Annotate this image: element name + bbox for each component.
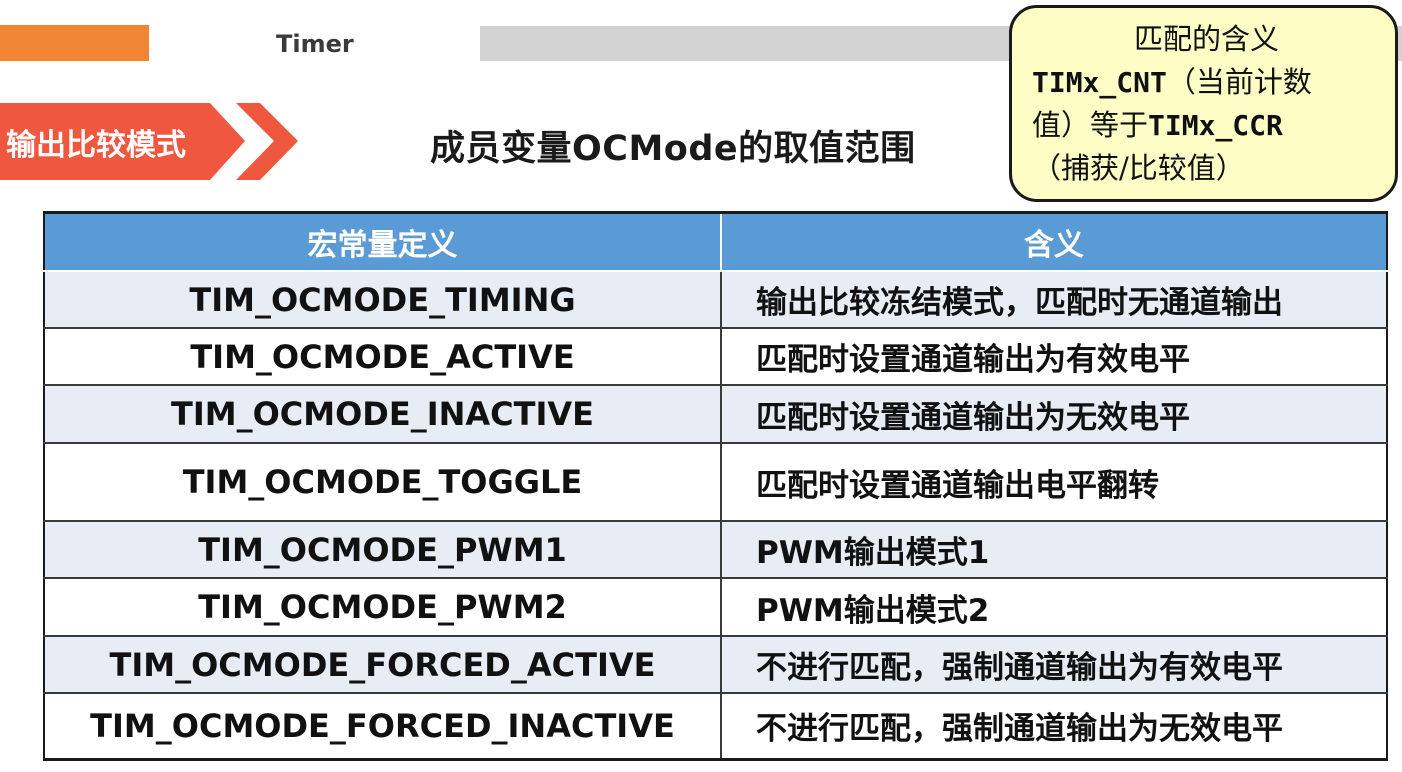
chevron-right-icon (236, 103, 298, 180)
meaning-cell: 输出比较冻结模式，匹配时无通道输出 (721, 270, 1387, 328)
ocmode-table: 宏常量定义 含义 TIM_OCMODE_TIMING 输出比较冻结模式，匹配时无… (43, 211, 1388, 761)
callout-line-2: TIMx_CNT（当前计数 (1032, 61, 1381, 104)
table-row: TIM_OCMODE_PWM2 PWM输出模式2 (44, 577, 1387, 637)
macro-cell: TIM_OCMODE_TIMING (44, 270, 722, 328)
callout-line-4: （捕获/比较值） (1032, 151, 1245, 185)
table-row: TIM_OCMODE_ACTIVE 匹配时设置通道输出为有效电平 (44, 327, 1387, 386)
table-row: TIM_OCMODE_INACTIVE 匹配时设置通道输出为无效电平 (44, 384, 1387, 443)
meaning-cell: PWM输出模式1 (721, 520, 1387, 578)
callout-text-3: 值）等于 (1032, 108, 1149, 142)
macro-cell: TIM_OCMODE_TOGGLE (44, 442, 722, 522)
table-row: TIM_OCMODE_FORCED_ACTIVE 不进行匹配，强制通道输出为有效… (44, 635, 1387, 693)
meaning-cell: PWM输出模式2 (721, 577, 1387, 637)
section-tag-label: 输出比较模式 (6, 127, 186, 163)
meaning-cell: 不进行匹配，强制通道输出为有效电平 (721, 635, 1387, 693)
page-title: 成员变量OCMode的取值范围 (430, 129, 916, 169)
header-orange-bar (0, 25, 149, 61)
macro-cell: TIM_OCMODE_ACTIVE (44, 327, 722, 386)
callout-code-ccr: TIMx_CCR (1148, 109, 1283, 142)
macro-cell: TIM_OCMODE_INACTIVE (44, 384, 722, 443)
table-header-row: 宏常量定义 含义 (44, 212, 1387, 272)
macro-cell: TIM_OCMODE_FORCED_INACTIVE (44, 692, 722, 760)
table-row: TIM_OCMODE_TIMING 输出比较冻结模式，匹配时无通道输出 (44, 270, 1387, 328)
meaning-cell: 匹配时设置通道输出为无效电平 (721, 384, 1387, 443)
macro-cell: TIM_OCMODE_FORCED_ACTIVE (44, 635, 722, 693)
callout-line-1: 匹配的含义 (1133, 22, 1279, 56)
meaning-cell: 匹配时设置通道输出为有效电平 (721, 327, 1387, 386)
callout-note: 匹配的含义 TIMx_CNT（当前计数 值）等于TIMx_CCR （捕获/比较值… (1009, 5, 1398, 202)
column-header-macro: 宏常量定义 (44, 212, 722, 272)
table-row: TIM_OCMODE_TOGGLE 匹配时设置通道输出电平翻转 (44, 442, 1387, 522)
callout-text-2: （当前计数 (1166, 65, 1312, 99)
meaning-cell: 匹配时设置通道输出电平翻转 (721, 442, 1387, 522)
callout-line-3: 值）等于TIMx_CCR (1032, 104, 1381, 147)
callout-code-cnt: TIMx_CNT (1032, 66, 1167, 99)
column-header-meaning: 含义 (721, 212, 1387, 272)
macro-cell: TIM_OCMODE_PWM1 (44, 520, 722, 578)
macro-cell: TIM_OCMODE_PWM2 (44, 577, 722, 637)
meaning-cell: 不进行匹配，强制通道输出为无效电平 (721, 692, 1387, 760)
header-title: Timer (276, 30, 354, 58)
section-tag: 输出比较模式 (0, 103, 245, 180)
table-row: TIM_OCMODE_PWM1 PWM输出模式1 (44, 520, 1387, 578)
table-row: TIM_OCMODE_FORCED_INACTIVE 不进行匹配，强制通道输出为… (44, 692, 1387, 760)
